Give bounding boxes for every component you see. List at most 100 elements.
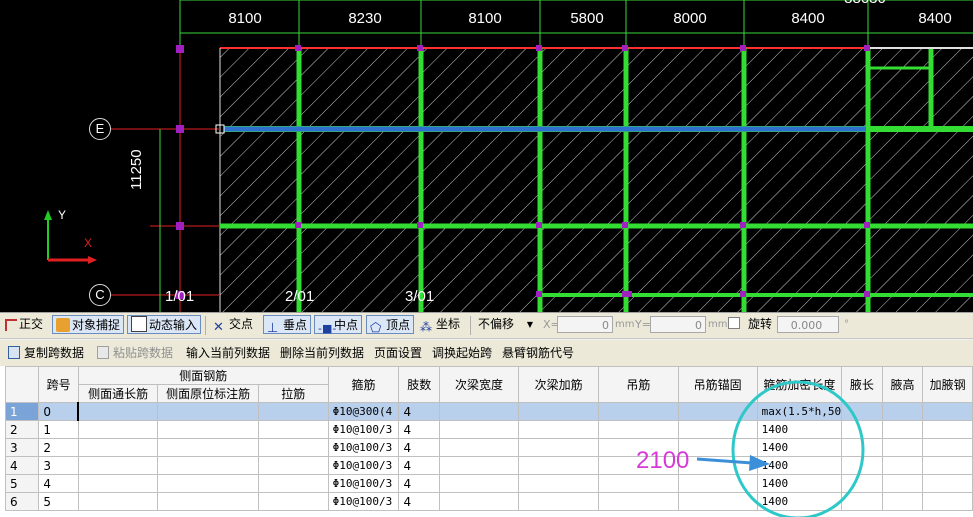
row-number[interactable]: 6 xyxy=(4,492,40,511)
table-row[interactable]: 1 0 Φ10@300(4 4 max(1.5*h,50 xyxy=(4,402,973,421)
cell-sec-beam-add[interactable] xyxy=(518,420,600,439)
header-secondary-beam-width[interactable]: 次梁宽度 xyxy=(438,366,520,403)
cell-side-through[interactable] xyxy=(77,420,159,439)
cell-hanger[interactable] xyxy=(598,402,679,421)
cell-stirrup[interactable]: Φ10@100/3 xyxy=(327,492,400,511)
copy-span-button[interactable]: 复制跨数据 xyxy=(8,344,84,362)
cell-sec-beam-add[interactable] xyxy=(518,474,600,493)
cell-span[interactable]: 4 xyxy=(38,474,79,493)
rotate-input[interactable]: 0.000 xyxy=(777,316,839,333)
cell-haunch-height[interactable] xyxy=(881,492,924,511)
cell-hanger-anchor[interactable] xyxy=(677,456,758,475)
cell-hanger[interactable] xyxy=(598,474,679,493)
cell-tie-bar[interactable] xyxy=(257,438,329,457)
cell-sec-beam-width[interactable] xyxy=(438,492,520,511)
cell-haunch-height[interactable] xyxy=(881,456,924,475)
cell-legs[interactable]: 4 xyxy=(398,456,440,475)
cell-hanger-anchor[interactable] xyxy=(677,492,758,511)
cell-hanger-anchor[interactable] xyxy=(677,474,758,493)
cell-haunch-height[interactable] xyxy=(881,402,924,421)
header-side-rebar[interactable]: 侧面钢筋 xyxy=(77,366,329,385)
table-row[interactable]: 3 2 Φ10@100/3 4 1400 xyxy=(4,438,973,457)
intersection-button[interactable]: ✕ 交点 xyxy=(210,315,256,335)
cell-side-in-situ[interactable] xyxy=(157,474,259,493)
cell-hanger-anchor[interactable] xyxy=(677,420,758,439)
cell-sec-beam-add[interactable] xyxy=(518,402,600,421)
object-snap-button[interactable]: 对象捕捉 xyxy=(52,315,125,334)
cell-stirrup[interactable]: Φ10@100/3 xyxy=(327,438,400,457)
cell-stirrup-dense-length[interactable]: 1400 xyxy=(756,456,843,475)
header-hanger-anchor[interactable]: 吊筋锚固 xyxy=(677,366,758,403)
cell-stirrup-dense-length[interactable]: 1400 xyxy=(756,492,843,511)
cell-haunch-length[interactable] xyxy=(841,420,883,439)
cell-sec-beam-add[interactable] xyxy=(518,492,600,511)
y-input[interactable]: 0 xyxy=(650,316,706,333)
header-stirrup[interactable]: 箍筋 xyxy=(327,366,400,403)
cell-sec-beam-add[interactable] xyxy=(518,456,600,475)
cell-haunch-length[interactable] xyxy=(841,474,883,493)
table-row[interactable]: 4 3 Φ10@100/3 4 1400 xyxy=(4,456,973,475)
row-number[interactable]: 3 xyxy=(4,438,40,457)
cell-stirrup[interactable]: Φ10@100/3 xyxy=(327,474,400,493)
cell-hanger[interactable] xyxy=(598,492,679,511)
cell-haunch-add[interactable] xyxy=(922,420,973,439)
orthogonal-button[interactable]: 正交 xyxy=(2,315,46,334)
cell-stirrup[interactable]: Φ10@100/3 xyxy=(327,420,400,439)
cell-stirrup[interactable]: Φ10@100/3 xyxy=(327,456,400,475)
cell-haunch-add[interactable] xyxy=(922,402,973,421)
delete-current-column-button[interactable]: 删除当前列数据 xyxy=(280,344,364,362)
cell-legs[interactable]: 4 xyxy=(398,402,440,421)
cell-sec-beam-width[interactable] xyxy=(438,438,520,457)
cell-stirrup-dense-length[interactable]: max(1.5*h,50 xyxy=(756,402,843,421)
row-number[interactable]: 4 xyxy=(4,456,40,475)
paste-span-button[interactable]: 粘贴跨数据 xyxy=(97,344,173,362)
x-input[interactable]: 0 xyxy=(557,316,613,333)
cell-hanger[interactable] xyxy=(598,420,679,439)
cad-canvas[interactable]: 8100 8230 8100 5800 8000 8400 8400 88030… xyxy=(0,0,973,312)
cell-stirrup-dense-length[interactable]: 1400 xyxy=(756,420,843,439)
swap-start-span-button[interactable]: 调换起始跨 xyxy=(432,344,492,362)
cell-legs[interactable]: 4 xyxy=(398,420,440,439)
cell-side-through[interactable] xyxy=(77,402,159,421)
midpoint-button[interactable]: -■-中点 xyxy=(314,315,363,335)
cell-hanger-anchor[interactable] xyxy=(677,402,758,421)
cantilever-code-button[interactable]: 悬臂钢筋代号 xyxy=(502,344,574,362)
cell-haunch-add[interactable] xyxy=(922,474,973,493)
cell-sec-beam-width[interactable] xyxy=(438,456,520,475)
cell-legs[interactable]: 4 xyxy=(398,492,440,511)
cell-haunch-add[interactable] xyxy=(922,492,973,511)
cell-span[interactable]: 3 xyxy=(38,456,79,475)
cell-tie-bar[interactable] xyxy=(257,492,329,511)
cell-haunch-add[interactable] xyxy=(922,456,973,475)
cell-side-in-situ[interactable] xyxy=(157,492,259,511)
rotate-checkbox[interactable] xyxy=(728,317,740,329)
cell-hanger-anchor[interactable] xyxy=(677,438,758,457)
input-current-column-button[interactable]: 输入当前列数据 xyxy=(186,344,270,362)
header-haunch-length[interactable]: 腋长 xyxy=(841,366,883,403)
cell-tie-bar[interactable] xyxy=(257,456,329,475)
cell-span[interactable]: 1 xyxy=(38,420,79,439)
cell-haunch-length[interactable] xyxy=(841,456,883,475)
cell-haunch-height[interactable] xyxy=(881,420,924,439)
cell-tie-bar[interactable] xyxy=(257,402,329,421)
header-tie-bar[interactable]: 拉筋 xyxy=(257,384,329,403)
row-number[interactable]: 2 xyxy=(4,420,40,439)
offset-select[interactable]: 不偏移 ▼ xyxy=(475,315,535,334)
cell-sec-beam-width[interactable] xyxy=(438,474,520,493)
cell-haunch-add[interactable] xyxy=(922,438,973,457)
header-haunch-height[interactable]: 腋高 xyxy=(881,366,924,403)
cell-haunch-height[interactable] xyxy=(881,438,924,457)
header-side-through[interactable]: 侧面通长筋 xyxy=(77,384,159,403)
cell-side-through[interactable] xyxy=(77,492,159,511)
cell-side-through[interactable] xyxy=(77,456,159,475)
cell-sec-beam-add[interactable] xyxy=(518,438,600,457)
cell-stirrup-dense-length[interactable]: 1400 xyxy=(756,474,843,493)
cell-sec-beam-width[interactable] xyxy=(438,420,520,439)
header-hanger[interactable]: 吊筋 xyxy=(598,366,679,403)
dynamic-input-button[interactable]: 动态输入 xyxy=(127,315,202,334)
header-haunch-add[interactable]: 加腋钢 xyxy=(922,366,973,403)
cell-side-through[interactable] xyxy=(77,474,159,493)
table-row[interactable]: 6 5 Φ10@100/3 4 1400 xyxy=(4,492,973,511)
cell-legs[interactable]: 4 xyxy=(398,474,440,493)
cell-side-in-situ[interactable] xyxy=(157,402,259,421)
